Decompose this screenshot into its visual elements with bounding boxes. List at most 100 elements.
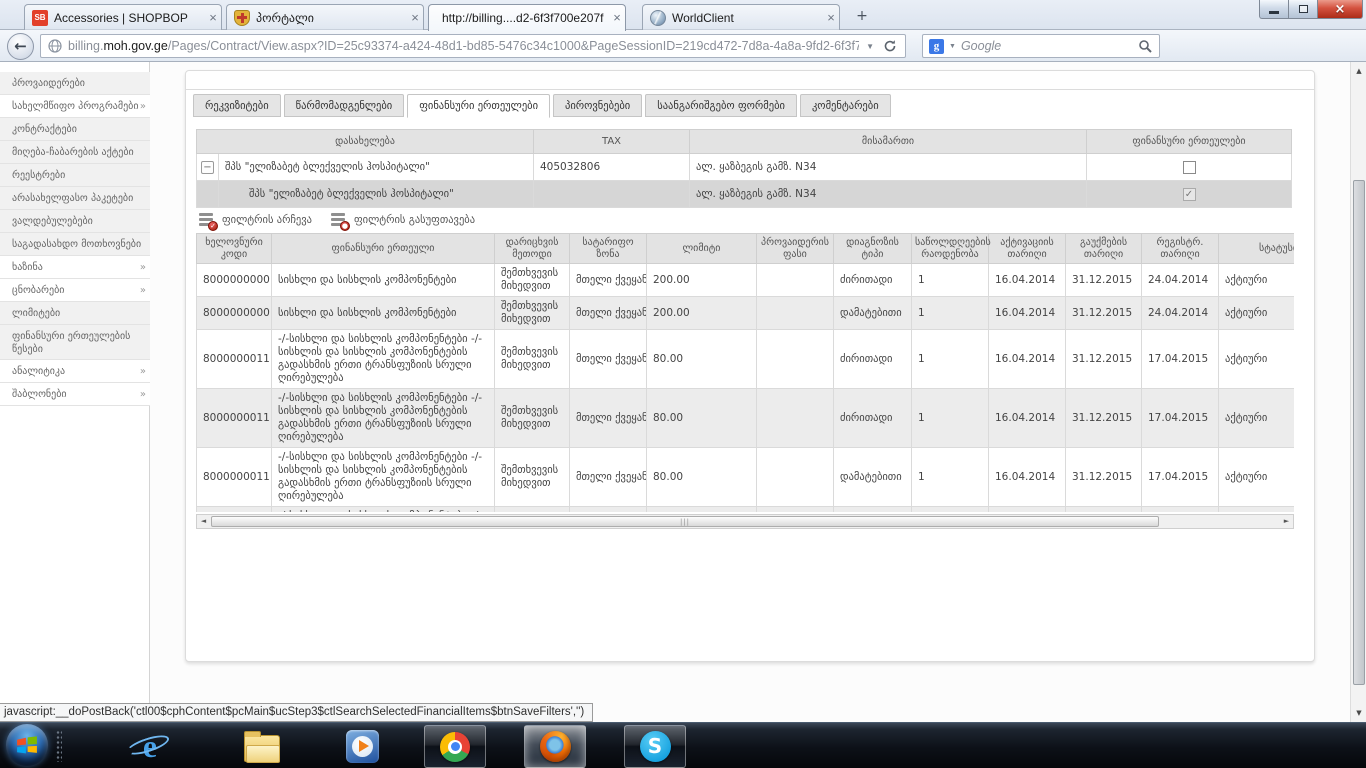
chrome-icon bbox=[440, 732, 470, 762]
browser-tab-4[interactable]: WorldClient× bbox=[642, 4, 840, 30]
filter-clear-label: ფილტრის გასუფთავება bbox=[354, 214, 475, 226]
sidebar-item-label: რეესტრები bbox=[12, 170, 65, 181]
sidebar-item-2[interactable]: სახელმწიფო პროგრამები» bbox=[0, 95, 150, 118]
fin-cell-2: -/-სისხლი და სისხლის კომპონენტები -/-სის… bbox=[272, 507, 495, 513]
fin-cell-9: 16.04.2014 bbox=[989, 389, 1066, 448]
section-divider bbox=[186, 89, 1314, 90]
minimize-button[interactable] bbox=[1259, 0, 1289, 19]
close-button[interactable]: × bbox=[1318, 0, 1363, 19]
tab-strip: SBAccessories | SHOPBOP×პორტალი×http://b… bbox=[0, 0, 1366, 30]
sidebar-item-8[interactable]: საგადასახდო მოთხოვნები bbox=[0, 233, 150, 256]
page-tab-4[interactable]: პიროვნებები bbox=[553, 94, 642, 117]
fin-col-4: სატარიფო ზონა bbox=[570, 234, 647, 264]
org-row-2[interactable]: შპს "ელიზაბეტ ბლექველის ჰოსპიტალი"ალ. ყა… bbox=[197, 181, 1292, 208]
fin-cell-6 bbox=[757, 264, 834, 297]
org-address-cell: ალ. ყაზბეგის გამზ. N34 bbox=[690, 181, 1087, 208]
sidebar-item-10[interactable]: ცნობარები» bbox=[0, 279, 150, 302]
sidebar-item-4[interactable]: მიღება-ჩაბარების აქტები bbox=[0, 141, 150, 164]
page-tab-3[interactable]: ფინანსური ერთეულები bbox=[407, 94, 550, 118]
page-tab-6[interactable]: კომენტარები bbox=[800, 94, 891, 117]
url-dropdown-icon[interactable]: ▼ bbox=[859, 42, 881, 51]
browser-tab-3[interactable]: http://billing....d2-6f3f700e207f× bbox=[428, 4, 626, 31]
filter-clear-button[interactable]: ● ფილტრის გასუფთავება bbox=[330, 211, 475, 229]
sidebar-item-label: საგადასახდო მოთხოვნები bbox=[12, 239, 141, 250]
org-row-1[interactable]: −შპს "ელიზაბეტ ბლექველის ჰოსპიტალი"40503… bbox=[197, 154, 1292, 181]
scroll-down-icon[interactable]: ▼ bbox=[1351, 706, 1366, 720]
org-col-1: დასახელება bbox=[197, 130, 534, 154]
sidebar-item-12[interactable]: ფინანსური ერთეულების წესები bbox=[0, 325, 150, 360]
fin-cell-12: აქტიური bbox=[1219, 297, 1295, 330]
org-expand-cell: − bbox=[197, 154, 219, 181]
filter-select-icon: ✓ bbox=[198, 211, 216, 229]
fin-row-5[interactable]: 8000000011-/-სისხლი და სისხლის კომპონენტ… bbox=[197, 448, 1295, 507]
sidebar-item-label: შაბლონები bbox=[12, 389, 67, 400]
fin-cell-1: 8000000011 bbox=[197, 330, 272, 389]
scroll-left-icon[interactable]: ◄ bbox=[197, 515, 210, 528]
fin-row-2[interactable]: 8000000000სისხლი და სისხლის კომპონენტები… bbox=[197, 297, 1295, 330]
search-bar[interactable]: g ▼ Google bbox=[922, 34, 1160, 58]
taskbar-chrome-button[interactable] bbox=[424, 725, 486, 768]
page-tab-2[interactable]: წარმომადგენლები bbox=[284, 94, 405, 117]
page-tab-5[interactable]: საანგარიშგებო ფორმები bbox=[645, 94, 797, 117]
page-tab-1[interactable]: რეკვიზიტები bbox=[193, 94, 281, 117]
sidebar-item-9[interactable]: ხაზინა» bbox=[0, 256, 150, 279]
sidebar-item-13[interactable]: ანალიტიკა» bbox=[0, 360, 150, 383]
fin-cell-10: 31.12.2015 bbox=[1066, 507, 1142, 513]
fin-row-4[interactable]: 8000000011-/-სისხლი და სისხლის კომპონენტ… bbox=[197, 389, 1295, 448]
google-engine-icon[interactable]: g bbox=[929, 39, 944, 54]
sidebar-item-1[interactable]: პროვაიდერები bbox=[0, 72, 150, 95]
scrollbar-thumb[interactable]: ||| bbox=[211, 516, 1159, 527]
fin-cell-8: 1 bbox=[912, 507, 989, 513]
fin-cell-8: 1 bbox=[912, 389, 989, 448]
engine-dropdown-icon[interactable]: ▼ bbox=[944, 43, 961, 50]
maximize-button[interactable] bbox=[1289, 0, 1318, 19]
browser-tab-1[interactable]: SBAccessories | SHOPBOP× bbox=[24, 4, 222, 30]
tab-close-icon[interactable]: × bbox=[205, 10, 221, 26]
fin-row-6[interactable]: 8000000011-/-სისხლი და სისხლის კომპონენტ… bbox=[197, 507, 1295, 513]
reload-button[interactable] bbox=[881, 39, 905, 53]
back-button[interactable]: ← bbox=[7, 33, 34, 60]
site-identity-globe-icon[interactable] bbox=[41, 39, 68, 53]
sidebar-item-7[interactable]: ვალდებულებები bbox=[0, 210, 150, 233]
url-text[interactable]: billing.moh.gov.ge/Pages/Contract/View.a… bbox=[68, 39, 859, 53]
content-card: რეკვიზიტებიწარმომადგენლებიფინანსური ერთე… bbox=[185, 70, 1315, 662]
scrollbar-thumb[interactable] bbox=[1353, 180, 1365, 685]
fin-unit-checkbox[interactable]: ✓ bbox=[1183, 188, 1196, 201]
tab-close-icon[interactable]: × bbox=[609, 10, 625, 26]
tab-close-icon[interactable]: × bbox=[823, 10, 839, 26]
taskbar-skype-button[interactable]: S bbox=[624, 725, 686, 768]
taskbar-firefox-button[interactable] bbox=[524, 725, 586, 768]
sidebar-item-3[interactable]: კონტრაქტები bbox=[0, 118, 150, 141]
sidebar-item-6[interactable]: არასახელფასო პაკეტები bbox=[0, 187, 150, 210]
fin-unit-checkbox[interactable] bbox=[1183, 161, 1196, 174]
tab-close-icon[interactable]: × bbox=[407, 10, 423, 26]
horizontal-scrollbar[interactable]: ◄ ||| ► bbox=[196, 514, 1294, 529]
search-input[interactable]: Google bbox=[961, 39, 1138, 53]
taskbar-explorer-icon[interactable] bbox=[243, 728, 281, 764]
fin-row-3[interactable]: 8000000011-/-სისხლი და სისხლის კომპონენტ… bbox=[197, 330, 1295, 389]
fin-cell-12: აქტიური bbox=[1219, 264, 1295, 297]
new-tab-button[interactable]: + bbox=[849, 8, 875, 26]
start-button[interactable] bbox=[6, 724, 48, 766]
collapse-icon[interactable]: − bbox=[201, 161, 214, 174]
tab-title: პორტალი bbox=[252, 11, 407, 25]
sidebar-item-14[interactable]: შაბლონები » bbox=[0, 383, 150, 406]
submenu-arrow-icon: » bbox=[140, 383, 146, 406]
scroll-right-icon[interactable]: ► bbox=[1280, 515, 1293, 528]
sidebar-item-5[interactable]: რეესტრები bbox=[0, 164, 150, 187]
vertical-scrollbar[interactable]: ▲ ▼ bbox=[1350, 62, 1366, 722]
fin-cell-11: 24.04.2014 bbox=[1142, 264, 1219, 297]
fin-cell-4: მთელი ქვეყანა bbox=[570, 264, 647, 297]
org-tax-cell: 405032806 bbox=[534, 154, 690, 181]
fin-row-1[interactable]: 8000000000სისხლი და სისხლის კომპონენტები… bbox=[197, 264, 1295, 297]
page-content: პროვაიდერებისახელმწიფო პროგრამები»კონტრა… bbox=[0, 62, 1366, 722]
taskbar-media-player-icon[interactable] bbox=[343, 728, 381, 764]
sidebar-item-11[interactable]: ლიმიტები bbox=[0, 302, 150, 325]
browser-tab-2[interactable]: პორტალი× bbox=[226, 4, 424, 30]
filter-select-button[interactable]: ✓ ფილტრის არჩევა bbox=[198, 211, 312, 229]
taskbar-ie-icon[interactable]: e bbox=[131, 728, 169, 764]
scroll-up-icon[interactable]: ▲ bbox=[1351, 64, 1366, 78]
search-magnifier-icon[interactable] bbox=[1138, 39, 1159, 54]
fin-cell-11: 17.04.2015 bbox=[1142, 507, 1219, 513]
url-bar[interactable]: billing.moh.gov.ge/Pages/Contract/View.a… bbox=[40, 34, 906, 58]
